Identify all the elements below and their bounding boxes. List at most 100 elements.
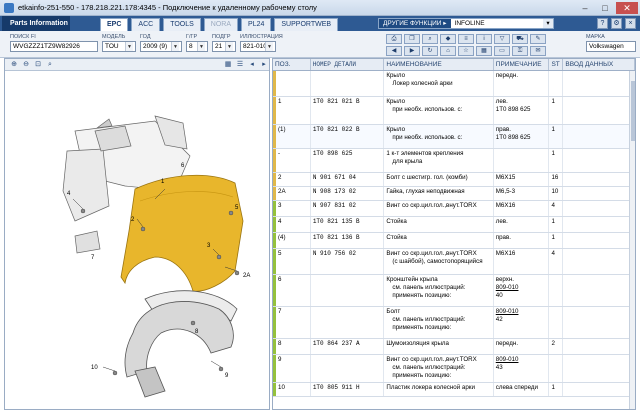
row-input-field[interactable] [563, 97, 635, 124]
table-row[interactable]: Крыло Локер колесной арки передн. [273, 71, 635, 97]
forward-icon[interactable]: ▶ [404, 46, 420, 56]
col-st[interactable]: ST [549, 59, 564, 70]
note-icon[interactable]: ✎ [530, 34, 546, 44]
illustration-select[interactable]: 821-010 ▼ [240, 41, 276, 52]
row-input-field[interactable] [563, 149, 635, 172]
illustration-filter: ИЛЛЮСТРАЦИЯ 821-010 ▼ [240, 34, 283, 52]
table-row[interactable]: (4) 1T0 821 136 B Стойка прав. 1 [273, 233, 635, 249]
col-note[interactable]: ПРИМЕЧАНИЕ [494, 59, 550, 70]
maximize-button[interactable]: □ [596, 2, 614, 14]
row-note-line: лев. [495, 218, 508, 225]
table-row[interactable]: 1 1T0 821 021 B Крыло при необх. использов.… [273, 97, 635, 125]
group-label: Г/ГР [186, 34, 198, 40]
row-name: Крыло Локер колесной арки [384, 71, 494, 96]
back-icon[interactable]: ◀ [386, 46, 402, 56]
other-functions-select[interactable]: ДРУГИЕ ФУНКЦИИ ▸ INFOLINE ▾ [378, 18, 554, 29]
zoom-in-icon[interactable]: ⊕ [9, 60, 19, 69]
row-input-field[interactable] [563, 187, 635, 200]
close-button[interactable]: ✕ [616, 1, 638, 14]
row-note-line[interactable]: 809-010 [496, 284, 547, 292]
table-scrollbar[interactable] [629, 71, 635, 409]
table-row[interactable]: -1T0 898 625 1 к-т элементов крепления для… [273, 149, 635, 173]
subgroup-select[interactable]: 21 ▼ [212, 41, 236, 52]
prev-illustration-icon[interactable]: ◂ [247, 60, 257, 69]
row-note-line[interactable]: 809-010 [496, 308, 547, 316]
tab-tools[interactable]: TOOLS [163, 18, 201, 31]
list-view-icon[interactable]: ☰ [235, 60, 245, 69]
row-name-line: Гайка, глухая неподвижная [386, 188, 465, 195]
tag-icon[interactable]: ◆ [440, 34, 456, 44]
brand-select[interactable]: Volkswagen [586, 41, 636, 52]
row-note-line[interactable]: 809-010 [496, 356, 547, 364]
table-row[interactable]: 4 1T0 821 135 B Стойка лев. 1 [273, 217, 635, 233]
table-row[interactable]: 2N 901 671 04 Болт с шестигр. гол. (комби… [273, 173, 635, 187]
table-row[interactable]: 5N 910 756 02 Винт со скр.цил.гол.,внут.T… [273, 249, 635, 275]
lock-icon[interactable]: ⚿ [512, 46, 528, 56]
col-name[interactable]: НАИМЕНОВАНИЕ [384, 59, 494, 70]
col-input[interactable]: ВВОД ДАННЫХ [563, 59, 635, 70]
table-row[interactable]: 3N 907 831 02 Винт со скр.цил.гол.,внут.T… [273, 201, 635, 217]
print-icon[interactable]: ⎙ [386, 34, 402, 44]
cart-icon[interactable]: ⛟ [512, 34, 528, 44]
table-row[interactable]: 9 Винт со скр.цил.гол.,внут.TORX см. панел… [273, 355, 635, 383]
table-row[interactable]: (1) 1T0 821 022 B Крыло при необх. использо… [273, 125, 635, 149]
help-icon[interactable]: ? [597, 18, 608, 29]
row-input-field[interactable] [563, 339, 635, 354]
grid-view-icon[interactable]: ▦ [223, 60, 233, 69]
refresh-icon[interactable]: ↻ [422, 46, 438, 56]
settings-icon[interactable]: ⚙ [611, 18, 622, 29]
parts-illustration[interactable]: 1 2 2A 3 4 5 6 7 8 9 10 [5, 71, 269, 409]
row-input-field[interactable] [563, 71, 635, 96]
row-pos: (4) [273, 233, 311, 248]
tab-acc[interactable]: ACC [131, 18, 161, 31]
mail-icon[interactable]: ✉ [530, 46, 546, 56]
tab-epc[interactable]: EPC [100, 18, 129, 31]
group-select[interactable]: 8 ▼ [186, 41, 208, 52]
vin-input[interactable]: WVGZZZ1TZ9W82926 [10, 41, 98, 52]
model-select[interactable]: TOU ▼ [102, 41, 136, 52]
callout-7: 7 [91, 255, 95, 261]
tab-pl24[interactable]: PL24 [241, 18, 272, 31]
chevron-down-icon: ▼ [265, 42, 273, 51]
row-input-field[interactable] [563, 201, 635, 216]
col-pos[interactable]: ПОЗ. [273, 59, 311, 70]
row-input-field[interactable] [563, 217, 635, 232]
list-icon[interactable]: ≡ [458, 34, 474, 44]
row-pos: (1) [273, 125, 311, 148]
exit-icon[interactable]: × [625, 18, 636, 29]
zoom-out-icon[interactable]: ⊖ [21, 60, 31, 69]
row-input-field[interactable] [563, 383, 635, 396]
row-name: Винт со скр.цил.гол.,внут.TORX [384, 201, 494, 216]
row-input-field[interactable] [563, 173, 635, 186]
info-icon[interactable]: i [476, 34, 492, 44]
table-row[interactable]: 7 Болт см. панель иллюстраций: применять по… [273, 307, 635, 339]
row-input-field[interactable] [563, 275, 635, 306]
minimize-button[interactable]: – [576, 2, 594, 14]
home-icon[interactable]: ⌂ [440, 46, 456, 56]
zoom-fit-icon[interactable]: ⊡ [33, 60, 43, 69]
next-illustration-icon[interactable]: ▸ [259, 60, 269, 69]
tab-nora[interactable]: NORA [203, 18, 239, 31]
copy-icon[interactable]: ❐ [404, 34, 420, 44]
filter-icon[interactable]: ▽ [494, 34, 510, 44]
row-note-line: 40 [495, 292, 503, 299]
window-icon[interactable]: ▭ [494, 46, 510, 56]
col-part-number[interactable]: НОМЕР ДЕТАЛИ [311, 59, 385, 70]
row-input-field[interactable] [563, 249, 635, 274]
table-row[interactable]: 2A N 908 173 02 Гайка, глухая неподвижная M… [273, 187, 635, 201]
search-icon[interactable]: ⌕ [422, 34, 438, 44]
table-row[interactable]: 8 1T0 864 237 A Шумоизоляция крыла передн. 2 [273, 339, 635, 355]
grid-icon[interactable]: ▦ [476, 46, 492, 56]
row-note: M6X16 [494, 201, 550, 216]
star-icon[interactable]: ☆ [458, 46, 474, 56]
zoom-area-icon[interactable]: ⌕ [45, 60, 55, 69]
row-input-field[interactable] [563, 125, 635, 148]
table-row[interactable]: 6 Кронштейн крыла см. панель иллюстраций: п… [273, 275, 635, 307]
year-select[interactable]: 2009 (9) ▼ [140, 41, 182, 52]
row-input-field[interactable] [563, 233, 635, 248]
row-input-field[interactable] [563, 307, 635, 338]
tab-supportweb[interactable]: SUPPORTWEB [274, 18, 339, 31]
scrollbar-thumb[interactable] [631, 81, 635, 141]
row-input-field[interactable] [563, 355, 635, 382]
table-row[interactable]: 10 1T0 805 911 H Пластик локера колесной а… [273, 383, 635, 397]
